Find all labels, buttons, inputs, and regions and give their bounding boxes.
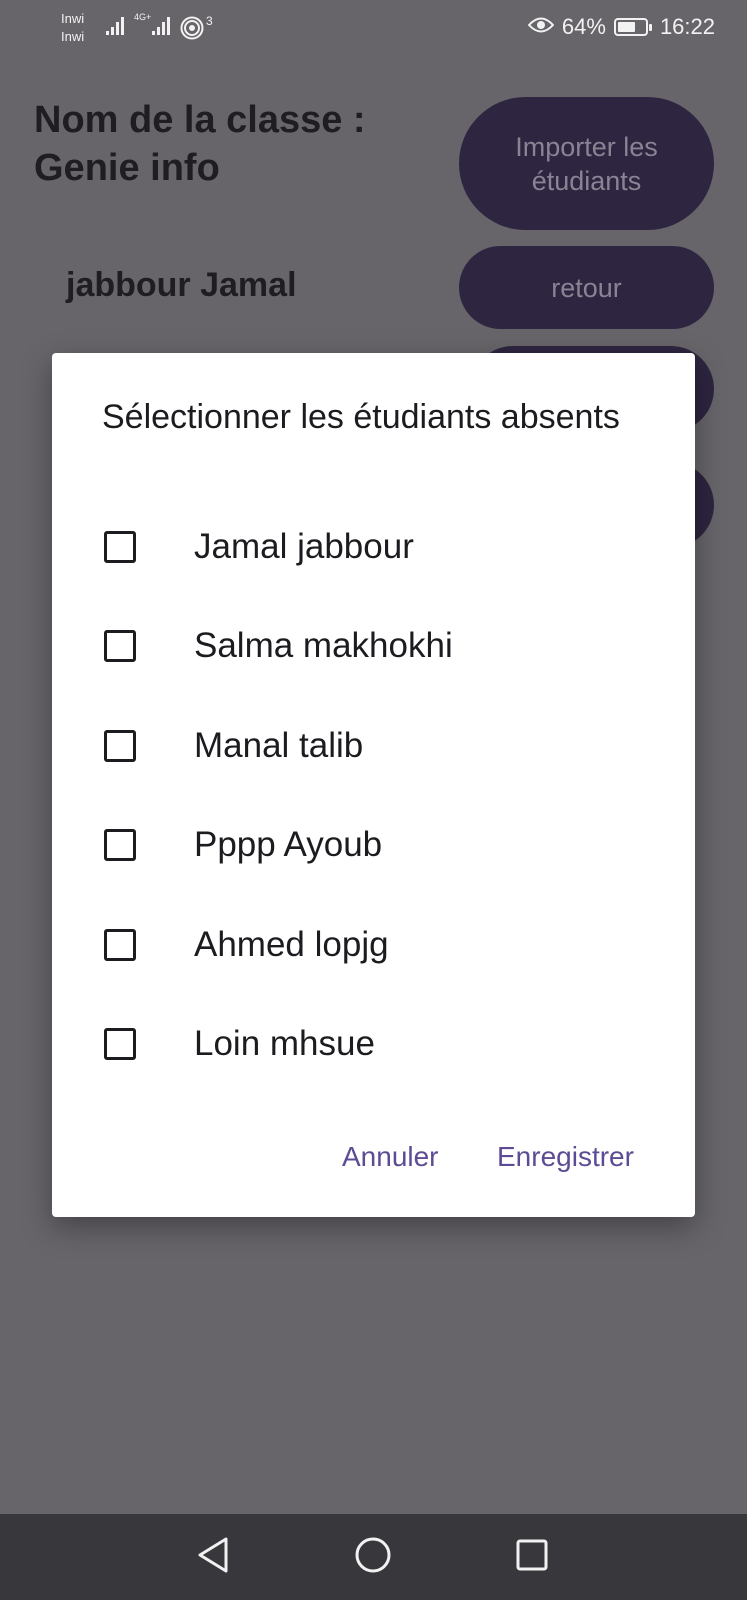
student-name: jabbour Jamal bbox=[66, 266, 297, 304]
home-nav-button[interactable] bbox=[351, 1535, 395, 1579]
absent-students-dialog: Sélectionner les étudiants absents Jamal… bbox=[52, 353, 695, 1217]
signal-2-icon bbox=[152, 16, 172, 36]
recents-nav-button[interactable] bbox=[510, 1535, 554, 1579]
student-option-3[interactable]: Manal talib bbox=[104, 706, 664, 786]
triangle-back-icon bbox=[196, 1536, 230, 1579]
checkbox[interactable] bbox=[104, 1028, 136, 1060]
option-label: Salma makhokhi bbox=[194, 626, 453, 665]
clock: 16:22 bbox=[659, 14, 715, 39]
battery-fill bbox=[617, 22, 635, 32]
student-option-4[interactable]: Pppp Ayoub bbox=[104, 805, 664, 885]
battery-percent: 64% bbox=[561, 14, 606, 39]
square-recents-icon bbox=[515, 1538, 549, 1577]
cancel-button[interactable]: Annuler bbox=[342, 1141, 439, 1173]
network-type: 4G+ bbox=[134, 12, 152, 22]
carrier-1: Inwi bbox=[61, 11, 85, 26]
status-bar: Inwi Inwi 4G+ 3 64% 16:22 bbox=[0, 0, 747, 58]
checkbox[interactable] bbox=[104, 531, 136, 563]
checkbox[interactable] bbox=[104, 929, 136, 961]
class-title: Nom de la classe : Genie info bbox=[34, 99, 366, 189]
back-nav-button[interactable] bbox=[191, 1535, 235, 1579]
student-option-1[interactable]: Jamal jabbour bbox=[104, 507, 664, 587]
hotspot-count: 3 bbox=[206, 14, 213, 28]
option-label: Loin mhsue bbox=[194, 1024, 375, 1063]
carrier-labels: Inwi Inwi bbox=[61, 10, 84, 46]
hotspot-icon bbox=[180, 16, 204, 40]
student-option-2[interactable]: Salma makhokhi bbox=[104, 606, 664, 686]
option-label: Manal talib bbox=[194, 726, 364, 765]
option-label: Ahmed lopjg bbox=[194, 925, 389, 964]
back-button[interactable]: retour bbox=[459, 246, 714, 329]
status-right: 64% 16:22 bbox=[527, 14, 715, 40]
save-button[interactable]: Enregistrer bbox=[497, 1141, 634, 1173]
import-students-button[interactable]: Importer les étudiants bbox=[459, 97, 714, 230]
student-option-6[interactable]: Loin mhsue bbox=[104, 1004, 664, 1084]
option-label: Jamal jabbour bbox=[194, 527, 414, 566]
option-label: Pppp Ayoub bbox=[194, 825, 383, 864]
dialog-title: Sélectionner les étudiants absents bbox=[102, 398, 620, 436]
checkbox[interactable] bbox=[104, 829, 136, 861]
circle-home-icon bbox=[354, 1536, 392, 1579]
carrier-2: Inwi bbox=[61, 29, 85, 44]
student-option-5[interactable]: Ahmed lopjg bbox=[104, 905, 664, 985]
eye-icon bbox=[527, 14, 555, 40]
signal-icon bbox=[106, 16, 126, 36]
battery-icon bbox=[613, 18, 652, 36]
checkbox[interactable] bbox=[104, 730, 136, 762]
checkbox[interactable] bbox=[104, 630, 136, 662]
navigation-bar bbox=[0, 1514, 747, 1600]
